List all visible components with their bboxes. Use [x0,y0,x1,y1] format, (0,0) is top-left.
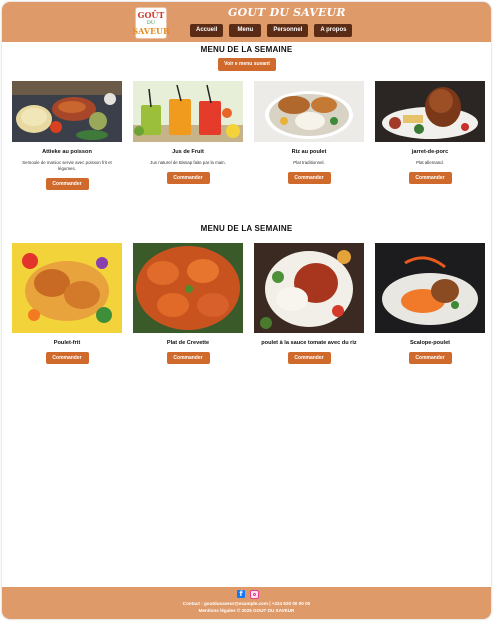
item-description: Plat allemand. [416,160,444,165]
nav-menu-button[interactable]: Menu [229,24,262,37]
site-header: GOÛT DU SAVEUR GOUT DU SAVEUR Accueil Me… [2,2,491,42]
order-button[interactable]: Commander [45,352,89,364]
footer-legal: Mentions légales © 2025 GOUT DU SAVEUR [198,608,295,613]
menu-card: poulet à la sauce tomate avec du riz Com… [254,243,364,364]
order-button[interactable]: Commander [287,352,331,364]
menu-card: Attieke au poisson Semoule de manioc ser… [12,81,122,190]
page-frame: GOÛT DU SAVEUR GOUT DU SAVEUR Accueil Me… [2,2,491,619]
item-name: poulet à la sauce tomate avec du riz [261,340,357,346]
item-description: Jus naturel de Bissap faite par la main. [150,160,226,165]
site-logo[interactable]: GOÛT DU SAVEUR [132,7,170,39]
fruit-juice-image [133,81,243,142]
next-menu-button[interactable]: Voir e menu suvant [218,58,276,71]
menu-card: Riz au poulet Plat traditionnel. Command… [254,81,364,184]
social-links: f [237,590,259,599]
menu-card: Plat de Crevette Commander [133,243,243,364]
item-name: Attieke au poisson [42,149,92,155]
section-2-title: MENU DE LA SEMAINE [200,224,293,233]
order-button[interactable]: Commander [408,352,452,364]
section-1-title: MENU DE LA SEMAINE [200,45,293,54]
item-name: Jus de Fruit [172,149,204,155]
facebook-icon[interactable]: f [237,590,245,598]
order-button[interactable]: Commander [166,172,210,184]
scalope-chicken-image [375,243,485,333]
pork-knuckle-image [375,81,485,142]
item-name: jarret-de-porc [411,149,449,155]
site-footer: f Contact : goutdusaveur@example.com | +… [2,587,491,619]
order-button[interactable]: Commander [166,352,210,364]
nav-apropos-button[interactable]: A propos [314,24,353,37]
chicken-tomato-rice-image [254,243,364,333]
item-description: Semoule de manioc servie avec poisson fr… [22,160,112,171]
menu-card: Scalope-poulet Commander [375,243,485,364]
item-name: Plat de Crevette [166,340,210,346]
chicken-rice-image [254,81,364,142]
menu-card: Poulet-frit Commander [12,243,122,364]
item-name: Scalope-poulet [409,340,451,346]
site-title: GOUT DU SAVEUR [228,6,346,19]
nav-accueil-button[interactable]: Accueil [190,24,224,37]
menu-card: Jus de Fruit Jus naturel de Bissap faite… [133,81,243,184]
fried-chicken-image [12,243,122,333]
instagram-icon[interactable] [250,590,259,599]
item-name: Riz au poulet [291,149,327,155]
footer-contact: Contact : goutdusaveur@example.com | +22… [182,601,311,606]
order-button[interactable]: Commander [408,172,452,184]
order-button[interactable]: Commander [287,172,331,184]
nav-personnel-button[interactable]: Personnel [267,24,309,37]
item-description: Plat traditionnel. [293,160,325,165]
item-name: Poulet-frit [53,340,81,346]
order-button[interactable]: Commander [45,178,89,190]
shrimp-dish-image [133,243,243,333]
main-nav: Accueil Menu Personnel A propos [190,24,353,37]
attieke-dish-image [12,81,122,142]
menu-card: jarret-de-porc Plat allemand. Commander [375,81,485,184]
